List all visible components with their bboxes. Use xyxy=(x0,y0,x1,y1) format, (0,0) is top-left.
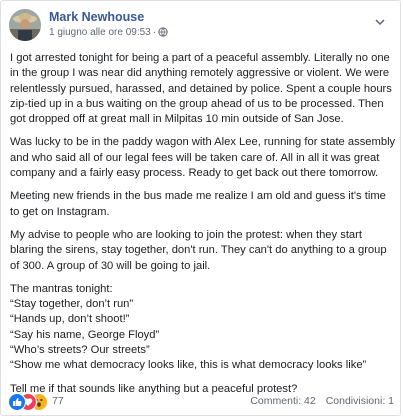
post-stats: Commenti: 42 Condivisioni: 1 xyxy=(250,395,394,407)
post-card: Mark Newhouse 1 giugno alle ore 09:53 · I… xyxy=(0,0,401,416)
mantra-line: “Stay together, don’t run” xyxy=(10,298,134,311)
avatar-image xyxy=(9,9,41,41)
post-paragraph: I got arrested tonight for being a part … xyxy=(10,52,392,126)
post-paragraph: Meeting new friends in the bus made me r… xyxy=(10,190,386,218)
avatar[interactable] xyxy=(9,9,41,41)
reaction-count: 77 xyxy=(52,395,64,407)
mantra-line: “Who’s streets? Our streets” xyxy=(10,344,150,357)
post-footer: 77 Commenti: 42 Condivisioni: 1 xyxy=(8,393,394,411)
shares-count-link[interactable]: Condivisioni: 1 xyxy=(326,395,394,407)
post-body: I got arrested tonight for being a part … xyxy=(10,51,396,405)
comments-count-link[interactable]: Commenti: 42 xyxy=(250,395,315,407)
post-meta: 1 giugno alle ore 09:53 · xyxy=(49,27,168,40)
like-icon xyxy=(8,393,26,411)
mantra-line: “Show me what democracy looks like, this… xyxy=(10,359,367,372)
mantras-title: The mantras tonight: xyxy=(10,282,113,295)
meta-separator: · xyxy=(152,27,157,38)
post-paragraph: Was lucky to be in the paddy wagon with … xyxy=(10,136,396,180)
author-name[interactable]: Mark Newhouse xyxy=(49,10,144,24)
globe-icon[interactable] xyxy=(158,27,168,40)
mantra-line: “Say his name, George Floyd” xyxy=(10,328,160,341)
post-header: Mark Newhouse 1 giugno alle ore 09:53 · xyxy=(9,9,389,41)
post-paragraph: My advise to people who are looking to j… xyxy=(10,228,387,272)
chevron-down-icon[interactable] xyxy=(375,17,385,28)
mantra-line: “Hands up, don’t shoot!” xyxy=(10,313,130,326)
post-timestamp[interactable]: 1 giugno alle ore 09:53 xyxy=(49,27,151,38)
